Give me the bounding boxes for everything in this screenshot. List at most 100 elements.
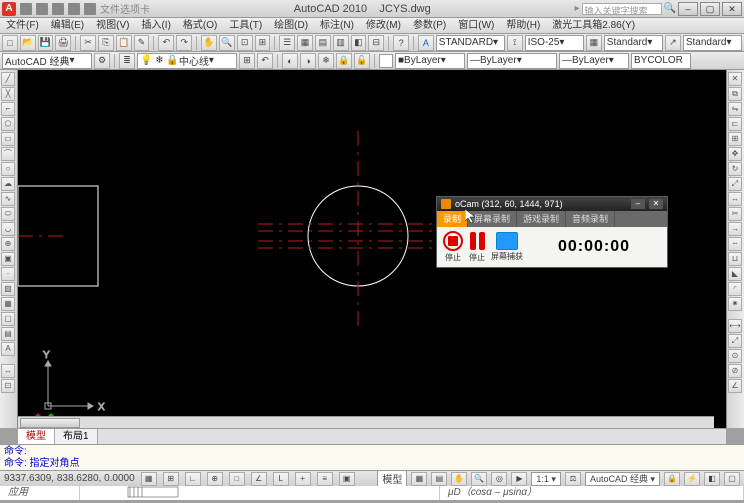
dim-radius-icon[interactable]: ⊙ (728, 349, 742, 363)
menu-edit[interactable]: 编辑(E) (45, 18, 90, 33)
color-swatch[interactable] (379, 54, 393, 68)
pan-icon[interactable]: ✋ (201, 35, 217, 51)
ducs-toggle[interactable]: L (273, 472, 289, 486)
explode-icon[interactable]: ✷ (728, 297, 742, 311)
polar-toggle[interactable]: ⊕ (207, 472, 223, 486)
copy-icon[interactable]: ⎘ (98, 35, 114, 51)
trim-icon[interactable]: ✂ (728, 207, 742, 221)
cut-icon[interactable]: ✂ (80, 35, 96, 51)
toolpalette-icon[interactable]: ▤ (315, 35, 331, 51)
app-logo-icon[interactable]: A (2, 2, 16, 16)
isolate-icon[interactable]: ◧ (704, 472, 720, 486)
minimize-button[interactable]: – (678, 2, 698, 16)
dim-aligned-icon[interactable]: ⤢ (728, 334, 742, 348)
zoom-icon[interactable]: 🔍 (219, 35, 235, 51)
lwt-toggle[interactable]: ≡ (317, 472, 333, 486)
menu-window[interactable]: 窗口(W) (452, 18, 500, 33)
spline-icon[interactable]: ∿ (1, 192, 15, 206)
region-icon[interactable]: ▢ (1, 312, 15, 326)
menu-file[interactable]: 文件(F) (0, 18, 45, 33)
layer-state-icon[interactable]: ⊞ (239, 53, 255, 69)
layer-iso-icon[interactable]: ◑ (300, 53, 316, 69)
point-icon[interactable]: · (1, 267, 15, 281)
plot-icon[interactable]: 🖨 (55, 35, 71, 51)
markup-icon[interactable]: ◧ (351, 35, 367, 51)
hscrollbar[interactable] (18, 416, 714, 428)
sheetset-icon[interactable]: ▥ (333, 35, 349, 51)
snap-toggle[interactable]: ▦ (141, 472, 157, 486)
command-line[interactable]: 命令: 命令: 指定对角点 (0, 444, 744, 470)
break-icon[interactable]: ╌ (728, 237, 742, 251)
menu-tools[interactable]: 工具(T) (223, 18, 268, 33)
hscroll-thumb[interactable] (20, 418, 80, 428)
layer-prev-icon[interactable]: ↶ (257, 53, 273, 69)
block-icon[interactable]: ▣ (1, 252, 15, 266)
ocam-pause-button[interactable]: 停止 (467, 231, 487, 263)
quickview-drawings-icon[interactable]: ▤ (431, 472, 447, 486)
rectangle-icon[interactable]: ▭ (1, 132, 15, 146)
fillet-icon[interactable]: ◜ (728, 282, 742, 296)
ocam-minimize-button[interactable]: – (631, 199, 645, 209)
menu-parametric[interactable]: 参数(P) (407, 18, 452, 33)
ellipse-arc-icon[interactable]: ◡ (1, 222, 15, 236)
pline-icon[interactable]: ⌐ (1, 102, 15, 116)
gradient-icon[interactable]: ▦ (1, 297, 15, 311)
dim-diameter-icon[interactable]: ⊘ (728, 364, 742, 378)
ocam-stop-button[interactable]: 停止 (443, 231, 463, 263)
pan-status-icon[interactable]: ✋ (451, 472, 467, 486)
text-style-icon[interactable]: A (418, 35, 434, 51)
revcloud-icon[interactable]: ☁ (1, 177, 15, 191)
workspace-status-dropdown[interactable]: AutoCAD 经典 ▾ (585, 472, 660, 486)
layer-manager-icon[interactable]: ≣ (119, 53, 135, 69)
array-icon[interactable]: ⊞ (728, 132, 742, 146)
maximize-button[interactable]: ▢ (700, 2, 720, 16)
steering-icon[interactable]: ◎ (491, 472, 507, 486)
hardware-accel-icon[interactable]: ⚡ (684, 472, 700, 486)
table-style-icon[interactable]: ▦ (586, 35, 602, 51)
quickview-layouts-icon[interactable]: ▦ (411, 472, 427, 486)
designcenter-icon[interactable]: ▦ (297, 35, 313, 51)
menu-draw[interactable]: 绘图(D) (268, 18, 314, 33)
infocenter-icon[interactable]: 🔍 (664, 3, 676, 14)
properties-icon[interactable]: ☰ (279, 35, 295, 51)
arc-icon[interactable]: ⌒ (1, 147, 15, 161)
area-icon[interactable]: ⊡ (1, 379, 15, 393)
new-icon[interactable]: □ (2, 35, 18, 51)
ocam-capture-button[interactable]: 屏幕捕获 (491, 232, 523, 262)
erase-icon[interactable]: ✕ (728, 72, 742, 86)
paste-icon[interactable]: 📋 (116, 35, 132, 51)
mtext-icon[interactable]: A (1, 342, 15, 356)
offset-icon[interactable]: ⊏ (728, 117, 742, 131)
calc-icon[interactable]: ⊟ (368, 35, 384, 51)
close-button[interactable]: ✕ (722, 2, 742, 16)
qat-undo-icon[interactable] (68, 3, 80, 15)
lock-ui-icon[interactable]: 🔒 (664, 472, 680, 486)
undo-icon[interactable]: ↶ (158, 35, 174, 51)
rotate-icon[interactable]: ↻ (728, 162, 742, 176)
table-icon[interactable]: ▤ (1, 327, 15, 341)
otrack-toggle[interactable]: ∠ (251, 472, 267, 486)
scale-icon[interactable]: ⤢ (728, 177, 742, 191)
stretch-icon[interactable]: ↔ (728, 192, 742, 206)
tab-model[interactable]: 模型 (18, 429, 55, 444)
zoom-window-icon[interactable]: ⊡ (237, 35, 253, 51)
layer-lock-icon[interactable]: 🔒 (336, 53, 352, 69)
menu-help[interactable]: 帮助(H) (500, 18, 546, 33)
annoscale-dropdown[interactable]: 1:1 ▾ (531, 472, 561, 486)
ortho-toggle[interactable]: ∟ (185, 472, 201, 486)
layer-dropdown[interactable]: 💡 ❄ 🔒 中心线 ▾ (137, 53, 237, 69)
dim-style-dropdown[interactable]: ISO-25 ▾ (525, 35, 584, 51)
move-icon[interactable]: ✥ (728, 147, 742, 161)
hatch-icon[interactable]: ▨ (1, 282, 15, 296)
layer-freeze-icon[interactable]: ❄ (318, 53, 334, 69)
open-icon[interactable]: 📂 (20, 35, 36, 51)
join-icon[interactable]: ⊔ (728, 252, 742, 266)
dim-linear-icon[interactable]: ⟷ (728, 319, 742, 333)
match-icon[interactable]: ✎ (134, 35, 150, 51)
mirror-icon[interactable]: ⇋ (728, 102, 742, 116)
linetype-dropdown[interactable]: — ByLayer ▾ (467, 53, 557, 69)
distance-icon[interactable]: ↔ (1, 364, 15, 378)
line-icon[interactable]: ╱ (1, 72, 15, 86)
menu-laser-toolbox[interactable]: 激光工具箱2.86(Y) (546, 18, 641, 33)
save-icon[interactable]: 💾 (38, 35, 54, 51)
